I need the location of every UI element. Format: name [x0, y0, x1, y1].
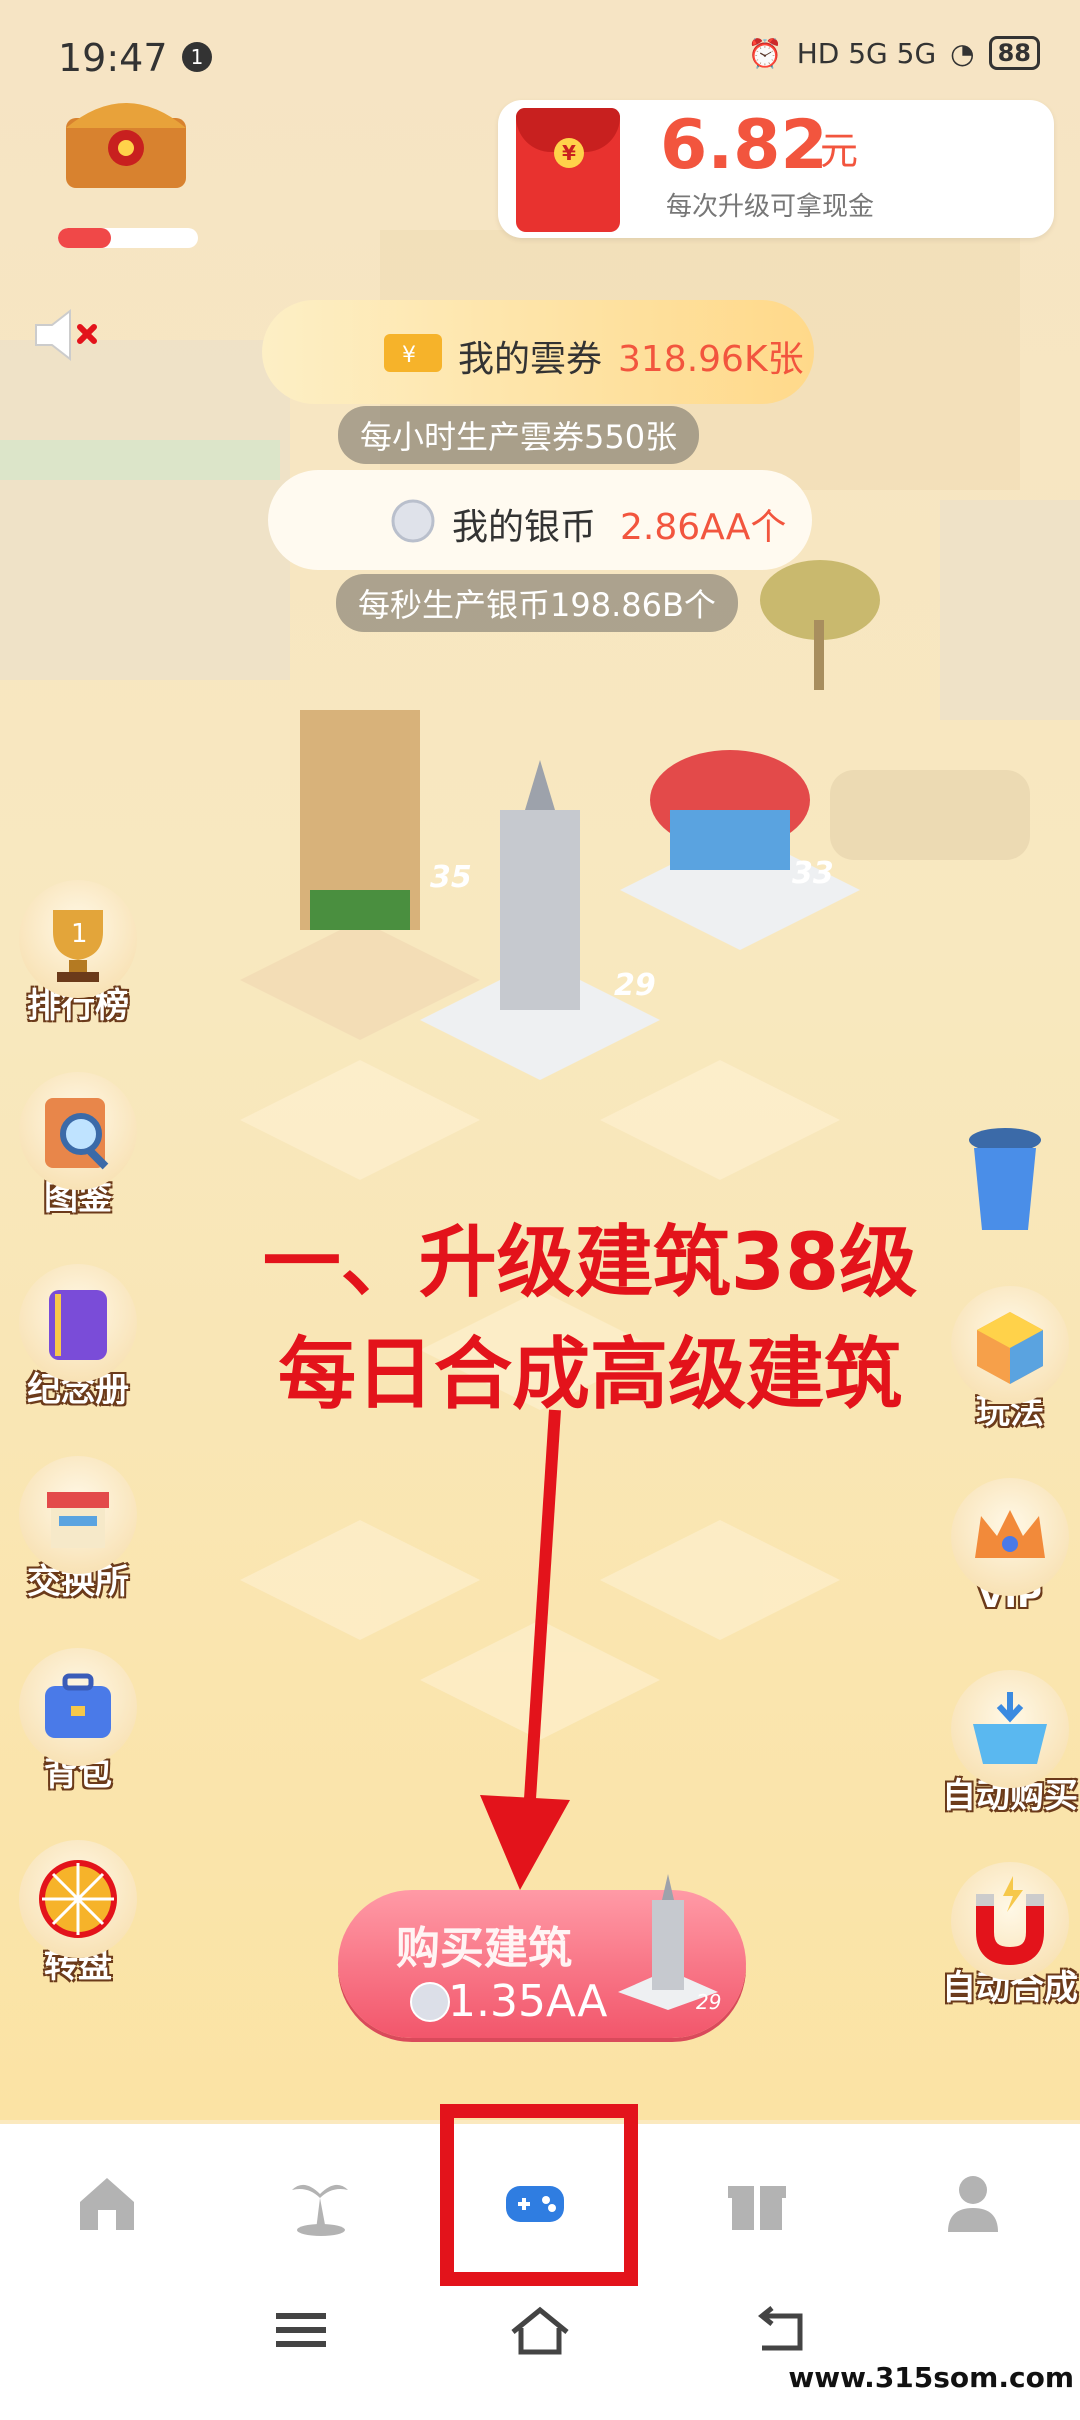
red-envelope-icon: ¥ — [516, 108, 620, 232]
silver-value: 2.86AA个 — [620, 507, 787, 548]
building-level-badge: 29 — [614, 968, 656, 1003]
magnifier-icon — [19, 1072, 137, 1190]
cash-reward-card[interactable]: ¥ 6.82 元 每次升级可拿现金 — [498, 100, 1054, 238]
profile-icon[interactable] — [938, 2168, 1008, 2238]
ticket-rate: 每小时生产雲券550张 — [338, 406, 700, 464]
silver-coin-icon — [410, 1982, 450, 2022]
magnet-icon — [951, 1862, 1069, 1980]
lucky-wheel-button[interactable]: 转盘 — [8, 1840, 148, 1987]
building-grid[interactable] — [230, 660, 970, 1080]
crown-icon — [951, 1478, 1069, 1596]
silver-label: 我的银币 — [452, 507, 597, 548]
menu-icon[interactable] — [266, 2300, 336, 2360]
home-icon[interactable] — [72, 2168, 142, 2238]
status-icons: ⏰ HD 5G 5G ◔ 88 — [748, 36, 1040, 70]
album-button[interactable]: 纪念册 — [8, 1264, 148, 1411]
buy-building-label: 购买建筑 — [396, 1923, 572, 1974]
basket-icon — [951, 1670, 1069, 1788]
notification-badge: 1 — [182, 42, 212, 72]
svg-text:1: 1 — [71, 919, 88, 949]
wifi-icon: ◔ — [950, 36, 975, 70]
home-nav-icon[interactable] — [505, 2300, 575, 2360]
silver-rate: 每秒生产银币198.86B个 — [336, 574, 738, 632]
buy-building-level: 29 — [696, 1990, 722, 2014]
overlay-caption-line1: 一、升级建筑38级 — [262, 1218, 918, 1308]
ticket-label: 我的雲券 — [458, 339, 603, 380]
skyscraper-icon — [618, 1874, 718, 2010]
backpack-button[interactable]: 背包 — [8, 1648, 148, 1795]
overlay-caption-line2: 每日合成高级建筑 — [277, 1330, 902, 1420]
highlight-box — [440, 2104, 638, 2286]
cash-amount: 6.82 — [660, 106, 828, 185]
silver-coin-icon — [391, 499, 435, 543]
alarm-icon: ⏰ — [747, 36, 783, 70]
collection-guide-button[interactable]: 图鉴 — [8, 1072, 148, 1219]
island-icon[interactable] — [286, 2168, 356, 2238]
sound-muted-icon[interactable] — [30, 305, 100, 365]
back-icon[interactable] — [746, 2300, 816, 2360]
yuan-coin-icon: ¥ — [554, 138, 584, 168]
gift-icon[interactable] — [722, 2168, 792, 2238]
exchange-shop-button[interactable]: 交换所 — [8, 1456, 148, 1603]
status-time: 19:47 — [58, 36, 168, 80]
svg-text:¥: ¥ — [402, 343, 416, 368]
ticket-balance-pill[interactable]: ¥ 我的雲券 318.96K张 — [262, 300, 814, 404]
ticket-icon: ¥ — [384, 334, 442, 372]
ticket-value: 318.96K张 — [618, 339, 804, 380]
chest-progress-bar — [58, 228, 198, 248]
building-level-badge: 33 — [792, 856, 834, 891]
network-indicator: HD 5G 5G — [796, 36, 937, 70]
buy-building-cost: 1.35AA — [448, 1976, 608, 2027]
building-skyscraper — [500, 810, 580, 1010]
watermark: www.315som.com — [788, 2361, 1074, 2394]
chest-progress-fill — [58, 228, 112, 248]
shop-icon — [19, 1456, 137, 1574]
auto-merge-button[interactable]: 自动合成 — [940, 1862, 1080, 2009]
trophy-icon: 1 — [19, 880, 137, 998]
leaderboard-button[interactable]: 1 排行榜 — [8, 880, 148, 1027]
trash-bin-icon[interactable] — [960, 1120, 1050, 1240]
cash-unit: 元 — [820, 129, 859, 173]
vip-button[interactable]: VIP — [940, 1478, 1080, 1616]
battery-indicator: 88 — [988, 36, 1040, 70]
backpack-icon — [19, 1648, 137, 1766]
building-level-badge: 35 — [430, 860, 472, 895]
wheel-icon — [19, 1840, 137, 1958]
buy-building-button[interactable]: 购买建筑 1.35AA 29 — [338, 1874, 746, 2038]
album-icon — [19, 1264, 137, 1382]
auto-buy-button[interactable]: 自动购买 — [940, 1670, 1080, 1817]
treasure-chest-icon[interactable] — [56, 78, 196, 198]
cash-description: 每次升级可拿现金 — [666, 192, 875, 222]
silver-balance-pill[interactable]: 我的银币 2.86AA个 — [268, 470, 812, 570]
overlay-arrow-icon — [480, 1409, 570, 1890]
